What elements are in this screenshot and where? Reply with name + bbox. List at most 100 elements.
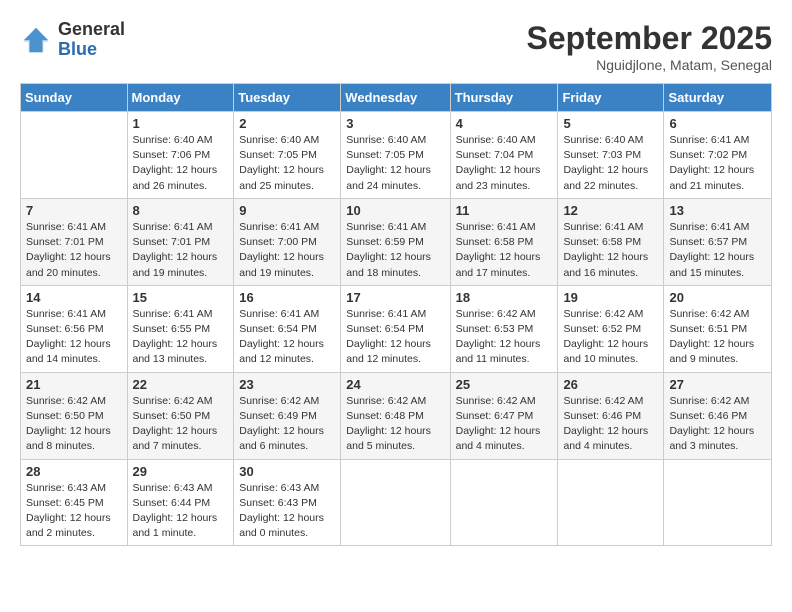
- day-number: 3: [346, 116, 444, 131]
- calendar-cell: 4Sunrise: 6:40 AMSunset: 7:04 PMDaylight…: [450, 112, 558, 199]
- location: Nguidjlone, Matam, Senegal: [527, 57, 772, 73]
- calendar-cell: 5 Sunrise: 6:40 AMSunset: 7:03 PMDaylight…: [558, 112, 664, 199]
- calendar-cell: 29Sunrise: 6:43 AMSunset: 6:44 PMDayligh…: [127, 459, 234, 546]
- calendar-week-4: 21 Sunrise: 6:42 AMSunset: 6:50 PMDayligh…: [21, 372, 772, 459]
- day-number: 1: [133, 116, 229, 131]
- day-number: 10: [346, 203, 444, 218]
- calendar-cell: [450, 459, 558, 546]
- day-info: Sunrise: 6:41 AMSunset: 6:54 PMDaylight:…: [239, 307, 335, 368]
- day-number: 23: [239, 377, 335, 392]
- calendar-cell: 26 Sunrise: 6:42 AMSunset: 6:46 PMDayligh…: [558, 372, 664, 459]
- calendar-cell: 10 Sunrise: 6:41 AMSunset: 6:59 PMDayligh…: [341, 198, 450, 285]
- calendar-cell: 28 Sunrise: 6:43 AMSunset: 6:45 PMDayligh…: [21, 459, 128, 546]
- calendar-cell: 7 Sunrise: 6:41 AMSunset: 7:01 PMDaylight…: [21, 198, 128, 285]
- calendar-cell: 21 Sunrise: 6:42 AMSunset: 6:50 PMDayligh…: [21, 372, 128, 459]
- day-number: 19: [563, 290, 658, 305]
- day-number: 6: [669, 116, 766, 131]
- day-info: Sunrise: 6:41 AMSunset: 6:57 PMDaylight:…: [669, 220, 766, 281]
- calendar-cell: 17Sunrise: 6:41 AMSunset: 6:54 PMDayligh…: [341, 285, 450, 372]
- day-info: Sunrise: 6:41 AMSunset: 7:01 PMDaylight:…: [26, 220, 122, 281]
- calendar-cell: 3 Sunrise: 6:40 AMSunset: 7:05 PMDaylight…: [341, 112, 450, 199]
- calendar-cell: 23Sunrise: 6:42 AMSunset: 6:49 PMDayligh…: [234, 372, 341, 459]
- day-number: 30: [239, 464, 335, 479]
- day-info: Sunrise: 6:42 AMSunset: 6:50 PMDaylight:…: [26, 394, 122, 455]
- calendar-cell: 8Sunrise: 6:41 AMSunset: 7:01 PMDaylight…: [127, 198, 234, 285]
- calendar-cell: 20 Sunrise: 6:42 AMSunset: 6:51 PMDayligh…: [664, 285, 772, 372]
- header-wednesday: Wednesday: [341, 84, 450, 112]
- calendar-week-1: 1 Sunrise: 6:40 AMSunset: 7:06 PMDaylight…: [21, 112, 772, 199]
- day-number: 26: [563, 377, 658, 392]
- day-info: Sunrise: 6:41 AMSunset: 7:01 PMDaylight:…: [133, 220, 229, 281]
- logo-icon: [20, 24, 52, 56]
- calendar-cell: 24 Sunrise: 6:42 AMSunset: 6:48 PMDayligh…: [341, 372, 450, 459]
- calendar-header-row: SundayMondayTuesdayWednesdayThursdayFrid…: [21, 84, 772, 112]
- day-info: Sunrise: 6:41 AMSunset: 6:56 PMDaylight:…: [26, 307, 122, 368]
- day-info: Sunrise: 6:42 AMSunset: 6:51 PMDaylight:…: [669, 307, 766, 368]
- calendar-cell: [21, 112, 128, 199]
- calendar-cell: 12 Sunrise: 6:41 AMSunset: 6:58 PMDayligh…: [558, 198, 664, 285]
- calendar-cell: 6 Sunrise: 6:41 AMSunset: 7:02 PMDaylight…: [664, 112, 772, 199]
- calendar-cell: 11Sunrise: 6:41 AMSunset: 6:58 PMDayligh…: [450, 198, 558, 285]
- calendar-cell: 18Sunrise: 6:42 AMSunset: 6:53 PMDayligh…: [450, 285, 558, 372]
- day-number: 22: [133, 377, 229, 392]
- day-info: Sunrise: 6:41 AMSunset: 6:58 PMDaylight:…: [563, 220, 658, 281]
- header-friday: Friday: [558, 84, 664, 112]
- calendar-cell: 1 Sunrise: 6:40 AMSunset: 7:06 PMDaylight…: [127, 112, 234, 199]
- header-saturday: Saturday: [664, 84, 772, 112]
- day-number: 13: [669, 203, 766, 218]
- logo-text: General Blue: [58, 20, 125, 60]
- day-number: 5: [563, 116, 658, 131]
- page-header: General Blue September 2025 Nguidjlone, …: [20, 20, 772, 73]
- calendar-cell: [664, 459, 772, 546]
- day-info: Sunrise: 6:40 AMSunset: 7:03 PMDaylight:…: [563, 133, 658, 194]
- calendar-cell: [341, 459, 450, 546]
- day-number: 24: [346, 377, 444, 392]
- day-info: Sunrise: 6:41 AMSunset: 7:00 PMDaylight:…: [239, 220, 335, 281]
- day-number: 21: [26, 377, 122, 392]
- header-sunday: Sunday: [21, 84, 128, 112]
- calendar-cell: 25 Sunrise: 6:42 AMSunset: 6:47 PMDayligh…: [450, 372, 558, 459]
- day-number: 12: [563, 203, 658, 218]
- day-info: Sunrise: 6:42 AMSunset: 6:46 PMDaylight:…: [563, 394, 658, 455]
- calendar-cell: [558, 459, 664, 546]
- day-info: Sunrise: 6:43 AMSunset: 6:45 PMDaylight:…: [26, 481, 122, 542]
- header-monday: Monday: [127, 84, 234, 112]
- calendar-cell: 19 Sunrise: 6:42 AMSunset: 6:52 PMDayligh…: [558, 285, 664, 372]
- calendar-cell: 13 Sunrise: 6:41 AMSunset: 6:57 PMDayligh…: [664, 198, 772, 285]
- day-info: Sunrise: 6:41 AMSunset: 6:58 PMDaylight:…: [456, 220, 553, 281]
- day-info: Sunrise: 6:42 AMSunset: 6:50 PMDaylight:…: [133, 394, 229, 455]
- day-number: 20: [669, 290, 766, 305]
- calendar-week-5: 28 Sunrise: 6:43 AMSunset: 6:45 PMDayligh…: [21, 459, 772, 546]
- day-number: 16: [239, 290, 335, 305]
- calendar-cell: 15Sunrise: 6:41 AMSunset: 6:55 PMDayligh…: [127, 285, 234, 372]
- day-number: 7: [26, 203, 122, 218]
- logo-blue: Blue: [58, 40, 125, 60]
- day-number: 4: [456, 116, 553, 131]
- month-title: September 2025: [527, 20, 772, 57]
- day-info: Sunrise: 6:41 AMSunset: 6:54 PMDaylight:…: [346, 307, 444, 368]
- calendar-cell: 2 Sunrise: 6:40 AMSunset: 7:05 PMDaylight…: [234, 112, 341, 199]
- header-thursday: Thursday: [450, 84, 558, 112]
- calendar-cell: 14Sunrise: 6:41 AMSunset: 6:56 PMDayligh…: [21, 285, 128, 372]
- day-number: 9: [239, 203, 335, 218]
- day-info: Sunrise: 6:40 AMSunset: 7:06 PMDaylight:…: [133, 133, 229, 194]
- logo: General Blue: [20, 20, 125, 60]
- day-info: Sunrise: 6:42 AMSunset: 6:52 PMDaylight:…: [563, 307, 658, 368]
- day-info: Sunrise: 6:40 AMSunset: 7:05 PMDaylight:…: [239, 133, 335, 194]
- day-info: Sunrise: 6:43 AMSunset: 6:43 PMDaylight:…: [239, 481, 335, 542]
- day-info: Sunrise: 6:40 AMSunset: 7:05 PMDaylight:…: [346, 133, 444, 194]
- day-info: Sunrise: 6:42 AMSunset: 6:46 PMDaylight:…: [669, 394, 766, 455]
- day-number: 25: [456, 377, 553, 392]
- logo-general: General: [58, 20, 125, 40]
- day-info: Sunrise: 6:42 AMSunset: 6:47 PMDaylight:…: [456, 394, 553, 455]
- calendar-cell: 9 Sunrise: 6:41 AMSunset: 7:00 PMDaylight…: [234, 198, 341, 285]
- calendar-table: SundayMondayTuesdayWednesdayThursdayFrid…: [20, 83, 772, 546]
- day-number: 2: [239, 116, 335, 131]
- day-info: Sunrise: 6:41 AMSunset: 6:55 PMDaylight:…: [133, 307, 229, 368]
- day-number: 28: [26, 464, 122, 479]
- day-info: Sunrise: 6:43 AMSunset: 6:44 PMDaylight:…: [133, 481, 229, 542]
- day-info: Sunrise: 6:41 AMSunset: 7:02 PMDaylight:…: [669, 133, 766, 194]
- day-info: Sunrise: 6:42 AMSunset: 6:48 PMDaylight:…: [346, 394, 444, 455]
- header-tuesday: Tuesday: [234, 84, 341, 112]
- day-info: Sunrise: 6:41 AMSunset: 6:59 PMDaylight:…: [346, 220, 444, 281]
